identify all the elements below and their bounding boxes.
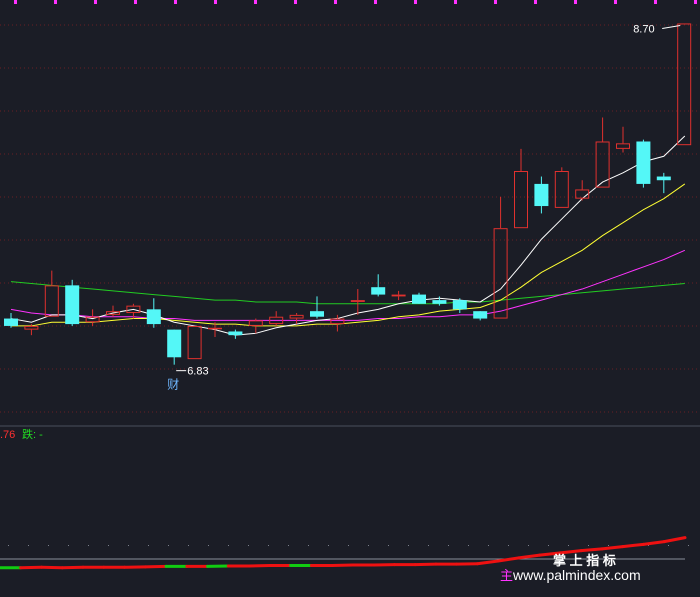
top-mark bbox=[454, 0, 457, 4]
candle-body bbox=[636, 141, 651, 184]
indicator-dot bbox=[588, 545, 589, 546]
indicator-dot bbox=[368, 545, 369, 546]
top-mark bbox=[294, 0, 297, 4]
indicator-dot bbox=[528, 545, 529, 546]
indicator-dot bbox=[68, 545, 69, 546]
candle-body bbox=[656, 176, 671, 181]
top-mark bbox=[94, 0, 97, 4]
top-mark bbox=[254, 0, 257, 4]
top-mark bbox=[174, 0, 177, 4]
indicator-dot bbox=[508, 545, 509, 546]
candle-body bbox=[208, 327, 222, 330]
top-mark bbox=[374, 0, 377, 4]
indicator-dot bbox=[448, 545, 449, 546]
top-mark bbox=[694, 0, 697, 4]
indicator-fall-label: 跌: - bbox=[22, 427, 43, 441]
low-price-label: 6.83 bbox=[187, 366, 208, 378]
indicator-dot bbox=[168, 545, 169, 546]
candle-body bbox=[412, 294, 426, 304]
candle-body bbox=[65, 285, 80, 325]
candle-body bbox=[473, 311, 488, 319]
indicator-dot bbox=[28, 545, 29, 546]
candle-body bbox=[391, 294, 406, 297]
candle bbox=[636, 139, 651, 188]
high-price-label: 8.70 bbox=[633, 23, 654, 35]
top-mark bbox=[54, 0, 57, 4]
indicator-dot bbox=[328, 545, 329, 546]
chart-background bbox=[0, 0, 700, 597]
watermark-url: www.palmindex.com bbox=[512, 567, 641, 583]
top-mark bbox=[614, 0, 617, 4]
indicator-dot bbox=[468, 545, 469, 546]
indicator-dot bbox=[668, 545, 669, 546]
top-mark bbox=[534, 0, 537, 4]
candle-body bbox=[452, 300, 467, 310]
indicator-dot bbox=[568, 545, 569, 546]
top-mark bbox=[14, 0, 17, 4]
indicator-dot bbox=[388, 545, 389, 546]
indicator-dot bbox=[288, 545, 289, 546]
candle bbox=[65, 279, 80, 326]
candle-body bbox=[432, 300, 447, 304]
indicator-dot bbox=[348, 545, 349, 546]
candle-body bbox=[4, 318, 18, 326]
candle-body bbox=[146, 309, 161, 325]
indicator-segment bbox=[579, 547, 604, 553]
candle-body bbox=[371, 287, 386, 295]
candle-body bbox=[310, 311, 324, 317]
indicator-dot bbox=[148, 545, 149, 546]
top-mark bbox=[334, 0, 337, 4]
candle-body bbox=[167, 329, 182, 358]
top-mark bbox=[214, 0, 217, 4]
indicator-dot bbox=[228, 545, 229, 546]
indicator-dot bbox=[8, 545, 9, 546]
indicator-dot bbox=[88, 545, 89, 546]
indicator-dot bbox=[108, 545, 109, 546]
indicator-dot bbox=[548, 545, 549, 546]
watermark-side-char: 主 bbox=[500, 568, 513, 583]
top-mark bbox=[654, 0, 657, 4]
indicator-dot bbox=[268, 545, 269, 546]
watermark-title: 掌 上 指 标 bbox=[553, 553, 616, 568]
indicator-dot bbox=[188, 545, 189, 546]
indicator-value-label: .76 bbox=[0, 429, 15, 441]
indicator-dot bbox=[488, 545, 489, 546]
finance-marker: 财 bbox=[167, 378, 179, 392]
top-mark bbox=[134, 0, 137, 4]
top-mark bbox=[494, 0, 497, 4]
indicator-dot bbox=[428, 545, 429, 546]
indicator-dot bbox=[248, 545, 249, 546]
indicator-dot bbox=[308, 545, 309, 546]
stock-chart: 8.70 6.83 财 .76 跌: - 主 掌 上 指 标 www.palmi… bbox=[0, 0, 700, 597]
indicator-dot bbox=[608, 545, 609, 546]
candle-body bbox=[534, 183, 549, 207]
indicator-dot bbox=[208, 545, 209, 546]
indicator-dot bbox=[48, 545, 49, 546]
candle-body bbox=[350, 300, 365, 302]
top-mark bbox=[414, 0, 417, 4]
indicator-dot bbox=[688, 545, 689, 546]
indicator-dot bbox=[408, 545, 409, 546]
indicator-dot bbox=[128, 545, 129, 546]
candle-body bbox=[228, 331, 243, 336]
top-mark bbox=[574, 0, 577, 4]
